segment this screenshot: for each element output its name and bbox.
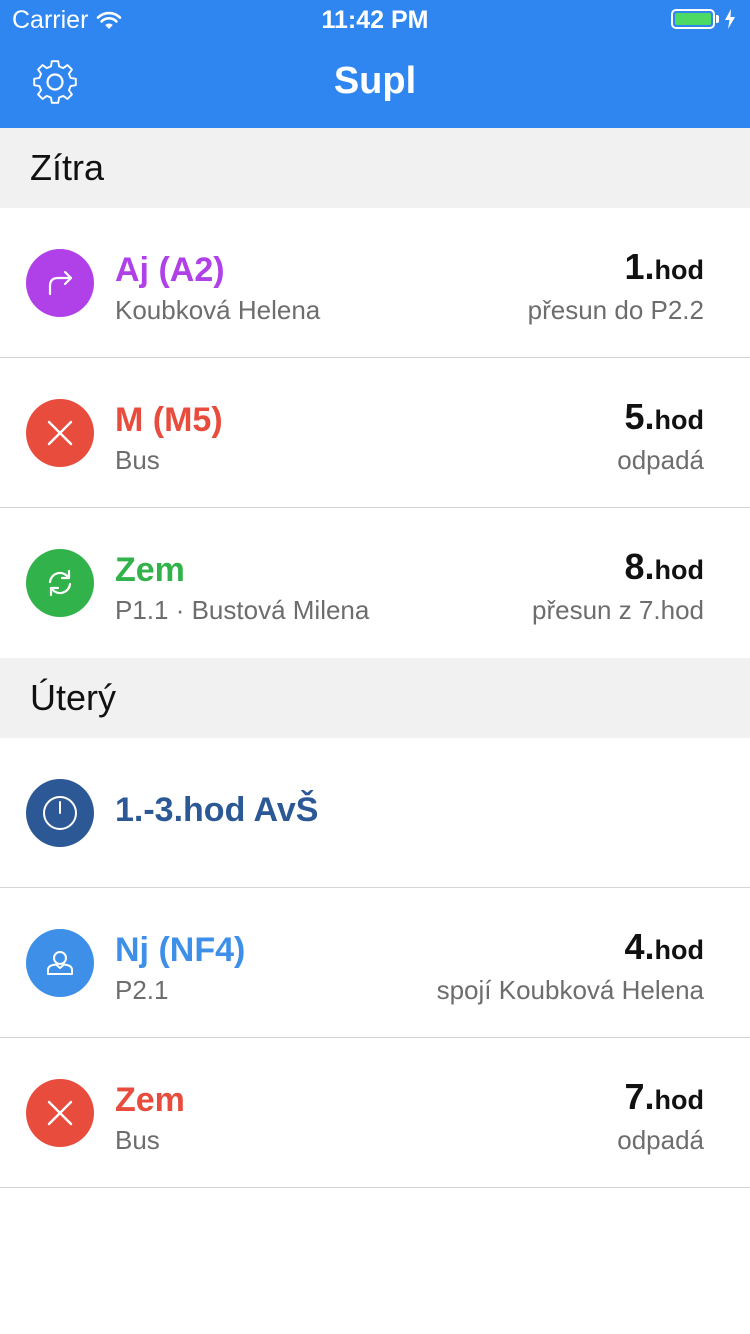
subject-label: Nj (NF4) [115, 931, 246, 969]
list-item[interactable]: Zem P1.1 · Bustová Milena 8.hod přesun z… [0, 508, 750, 658]
lesson-hour: 4.hod [624, 926, 704, 967]
lesson-hour: 7.hod [624, 1076, 704, 1117]
change-note: přesun do P2.2 [527, 295, 704, 325]
swap-refresh-icon [26, 549, 94, 617]
subject-label: M (M5) [115, 401, 223, 439]
power-icon [26, 779, 94, 847]
lesson-hour: 1.hod [624, 246, 704, 287]
detail-label: P2.1 [115, 975, 169, 1005]
subject-label: Aj (A2) [115, 251, 225, 289]
navigation-bar: Supl [0, 40, 750, 128]
list-item[interactable]: Aj (A2) Koubková Helena 1.hod přesun do … [0, 208, 750, 358]
lesson-hour: 8.hod [624, 546, 704, 587]
lesson-hour: 5.hod [624, 396, 704, 437]
change-note: odpadá [617, 1125, 704, 1155]
battery-indicator [671, 9, 736, 29]
person-icon [26, 929, 94, 997]
change-note: přesun z 7.hod [531, 595, 704, 625]
change-note: spojí Koubková Helena [436, 975, 704, 1005]
list-item[interactable]: Nj (NF4) P2.1 4.hod spojí Koubková Helen… [0, 888, 750, 1038]
status-time: 11:42 PM [321, 6, 429, 34]
move-arrow-icon [26, 249, 94, 317]
change-note: odpadá [617, 445, 704, 475]
list-item[interactable]: 1.-3.hod AvŠ [0, 738, 750, 888]
subject-label: Zem [115, 1081, 185, 1119]
list-item[interactable]: M (M5) Bus 5.hod odpadá [0, 358, 750, 508]
cancel-icon [26, 399, 94, 467]
subject-label: 1.-3.hod AvŠ [115, 791, 319, 829]
section-header-utery: Úterý [0, 658, 750, 738]
detail-label: Bus [115, 1125, 160, 1155]
subject-label: Zem [115, 551, 185, 589]
status-bar: Carrier 11:42 PM [0, 0, 750, 40]
list-item[interactable]: Zem Bus 7.hod odpadá [0, 1038, 750, 1188]
detail-label: P1.1 · Bustová Milena [115, 595, 370, 625]
section-header-zitra: Zítra [0, 128, 750, 208]
detail-label: Koubková Helena [115, 295, 321, 325]
battery-icon [671, 9, 715, 29]
charging-bolt-icon [725, 9, 735, 29]
cancel-icon [26, 1079, 94, 1147]
detail-label: Bus [115, 445, 160, 475]
page-title: Supl [333, 60, 417, 102]
